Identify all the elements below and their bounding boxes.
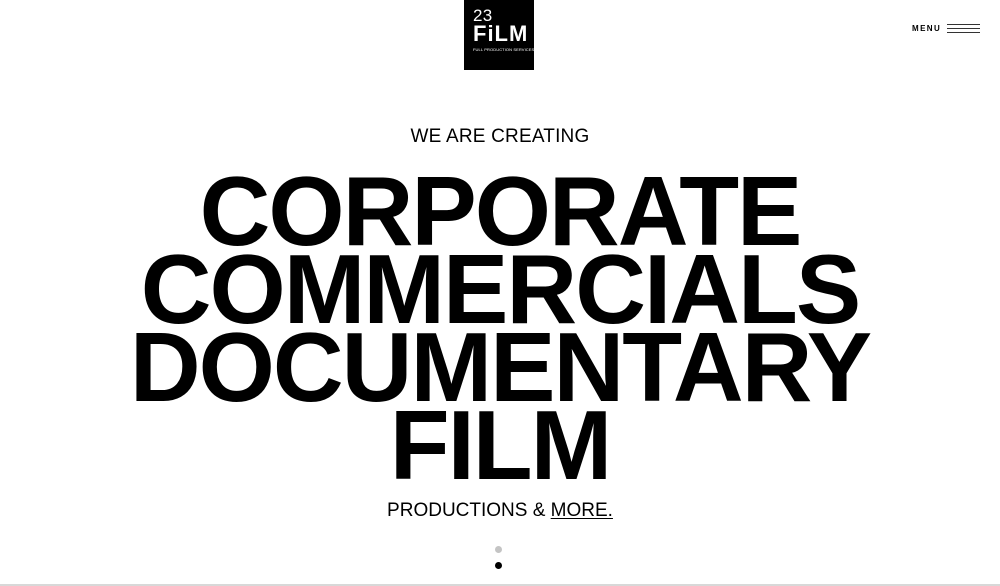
logo-word: FiLM xyxy=(473,21,529,46)
logo-tagline: FULL PRODUCTION SERVICES xyxy=(473,47,535,52)
page: 23 FiLM FULL PRODUCTION SERVICES MENU WE… xyxy=(0,0,1000,586)
pager-dot-active[interactable] xyxy=(495,562,502,569)
hero-eyebrow: WE ARE CREATING xyxy=(410,126,590,147)
menu-label: MENU xyxy=(912,24,942,33)
logo[interactable]: 23 FiLM FULL PRODUCTION SERVICES xyxy=(464,0,534,70)
menu-button[interactable]: MENU xyxy=(910,22,982,36)
hero-tagline: PRODUCTIONS & MORE. xyxy=(0,500,1000,522)
more-link[interactable]: MORE. xyxy=(551,500,613,521)
hero-headline: CORPORATE COMMERCIALS DOCUMENTARY FILM xyxy=(0,162,1000,494)
tagline-text: PRODUCTIONS & xyxy=(387,500,551,521)
hamburger-icon xyxy=(947,22,980,36)
pager-dot[interactable] xyxy=(495,546,502,553)
